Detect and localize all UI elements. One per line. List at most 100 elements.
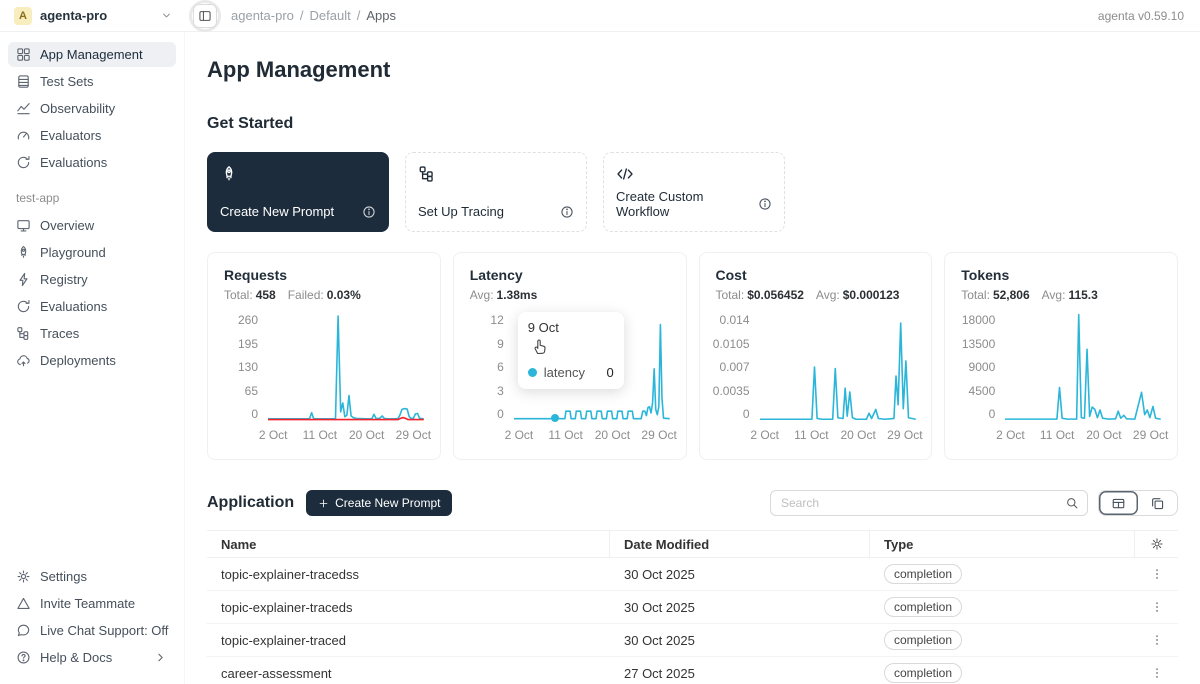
column-header-date-modified[interactable]: Date Modified: [610, 531, 870, 557]
applications-table: Name Date Modified Type topic-explainer-…: [207, 530, 1178, 684]
metric-card-title: Requests: [224, 267, 424, 283]
sidebar-item-evaluators[interactable]: Evaluators: [8, 123, 176, 148]
x-axis: 2 Oct11 Oct20 Oct29 Oct: [268, 428, 424, 444]
chart-marker-dot: [551, 414, 559, 422]
get-started-card-set-up-tracing[interactable]: Set Up Tracing: [405, 152, 587, 232]
table-view-button[interactable]: [1099, 491, 1138, 515]
x-tick-label: 11 Oct: [1040, 428, 1074, 442]
metric-stat: Failed:0.03%: [288, 288, 361, 302]
chevron-right-icon: [153, 650, 168, 665]
y-tick-label: 130: [238, 361, 258, 373]
metric-stat: Avg:115.3: [1042, 288, 1098, 302]
sidebar-item-label: Evaluations: [40, 155, 107, 170]
gear-icon: [1150, 537, 1164, 551]
info-icon: [362, 205, 376, 219]
metric-card-title: Cost: [716, 267, 916, 283]
sidebar-item-evaluations[interactable]: Evaluations: [8, 150, 176, 175]
view-toggle: [1098, 490, 1178, 516]
sidebar-item-settings[interactable]: Settings: [8, 564, 176, 589]
table-row[interactable]: career-assessment27 Oct 2025completion: [207, 657, 1178, 684]
kebab-menu-button[interactable]: [1150, 666, 1164, 680]
table-row[interactable]: topic-explainer-tracedss30 Oct 2025compl…: [207, 558, 1178, 591]
sidebar-item-registry[interactable]: Registry: [8, 267, 176, 292]
tree-icon: [418, 165, 436, 183]
table-row[interactable]: topic-explainer-traced30 Oct 2025complet…: [207, 624, 1178, 657]
sidebar-collapse-ring: [189, 0, 221, 32]
sidebar-item-deployments[interactable]: Deployments: [8, 348, 176, 373]
sidebar-item-evaluations[interactable]: Evaluations: [8, 294, 176, 319]
type-cell: completion: [870, 630, 1135, 650]
search-icon[interactable]: [1065, 496, 1079, 510]
get-started-card-create-new-prompt[interactable]: Create New Prompt: [207, 152, 389, 232]
info-icon: [560, 205, 574, 219]
sidebar-item-traces[interactable]: Traces: [8, 321, 176, 346]
column-header-name[interactable]: Name: [207, 531, 610, 557]
table-view-icon: [1111, 496, 1126, 511]
metric-stat-label: Failed:: [288, 288, 324, 302]
sidebar-collapse-button[interactable]: [193, 4, 217, 28]
search-input[interactable]: [779, 495, 1065, 511]
sidebar: App ManagementTest SetsObservabilityEval…: [0, 32, 185, 684]
grid-icon: [16, 47, 31, 62]
x-tick-label: 2 Oct: [750, 428, 779, 442]
chart-plot[interactable]: [268, 314, 424, 420]
get-started-card-create-custom-workflow[interactable]: Create Custom Workflow: [603, 152, 785, 232]
table-row[interactable]: topic-explainer-traceds30 Oct 2025comple…: [207, 591, 1178, 624]
sidebar-item-overview[interactable]: Overview: [8, 213, 176, 238]
search-box: [770, 490, 1088, 516]
type-cell: completion: [870, 597, 1135, 617]
x-tick-label: 29 Oct: [641, 428, 676, 442]
app-name-cell: career-assessment: [207, 666, 610, 681]
sidebar-item-live-chat-support-off[interactable]: Live Chat Support: Off: [8, 618, 176, 643]
kebab-menu-button[interactable]: [1150, 633, 1164, 647]
sidebar-item-label: Playground: [40, 245, 106, 260]
sidebar-item-app-management[interactable]: App Management: [8, 42, 176, 67]
sidebar-app-nav: Overview Playground RegistryEvaluationsTra…: [8, 213, 176, 375]
gear-icon: [16, 569, 31, 584]
card-view-button[interactable]: [1138, 491, 1177, 515]
kebab-menu-button[interactable]: [1150, 567, 1164, 581]
x-tick-label: 20 Oct: [1086, 428, 1121, 442]
layout: App ManagementTest SetsObservabilityEval…: [0, 32, 1200, 684]
sidebar-item-invite-teammate[interactable]: Invite Teammate: [8, 591, 176, 616]
create-new-prompt-button[interactable]: Create New Prompt: [306, 490, 452, 516]
breadcrumb-item-apps[interactable]: Apps: [366, 8, 396, 23]
y-tick-label: 0: [743, 408, 750, 420]
metric-stat-label: Total:: [224, 288, 253, 302]
breadcrumb-separator: /: [357, 8, 361, 23]
y-tick-label: 9: [497, 338, 504, 350]
chart-plot[interactable]: 9 Octlatency0: [514, 314, 670, 420]
metric-card-stats: Total:458Failed:0.03%: [224, 288, 424, 302]
y-axis: 0.0140.01050.0070.00350: [716, 314, 760, 420]
rocket-icon: [16, 245, 31, 260]
cloud-icon: [16, 353, 31, 368]
breadcrumb-item-agenta-pro[interactable]: agenta-pro: [231, 8, 294, 23]
application-header: Application Create New Prompt: [207, 490, 1178, 516]
sidebar-main-nav: App ManagementTest SetsObservabilityEval…: [8, 42, 176, 177]
sidebar-item-observability[interactable]: Observability: [8, 96, 176, 121]
app-table-body: topic-explainer-tracedss30 Oct 2025compl…: [207, 558, 1178, 684]
y-tick-label: 0.0035: [713, 385, 750, 397]
chart-body: 1296309 Octlatency0: [470, 314, 670, 420]
sidebar-item-help-docs[interactable]: Help & Docs: [8, 645, 176, 670]
column-settings-button[interactable]: [1135, 531, 1178, 557]
kebab-menu-button[interactable]: [1150, 600, 1164, 614]
chart-body: 1800013500900045000: [961, 314, 1161, 420]
x-axis: 2 Oct11 Oct20 Oct29 Oct: [514, 428, 670, 444]
x-tick-label: 2 Oct: [505, 428, 534, 442]
metric-stat-label: Avg:: [470, 288, 494, 302]
y-tick-label: 9000: [969, 361, 996, 373]
sidebar-item-playground[interactable]: Playground: [8, 240, 176, 265]
metric-stat: Avg:$0.000123: [816, 288, 900, 302]
metric-stat-value: 52,806: [993, 288, 1030, 302]
y-tick-label: 0.007: [719, 361, 749, 373]
application-heading: Application: [207, 494, 294, 512]
row-actions: [1135, 600, 1178, 614]
breadcrumb-separator: /: [300, 8, 304, 23]
breadcrumb-item-default[interactable]: Default: [310, 8, 351, 23]
sidebar-item-test-sets[interactable]: Test Sets: [8, 69, 176, 94]
chart-plot[interactable]: [760, 314, 916, 420]
chart-plot[interactable]: [1005, 314, 1161, 420]
workspace-selector[interactable]: A agenta-pro: [0, 7, 185, 25]
column-header-type[interactable]: Type: [870, 531, 1135, 557]
